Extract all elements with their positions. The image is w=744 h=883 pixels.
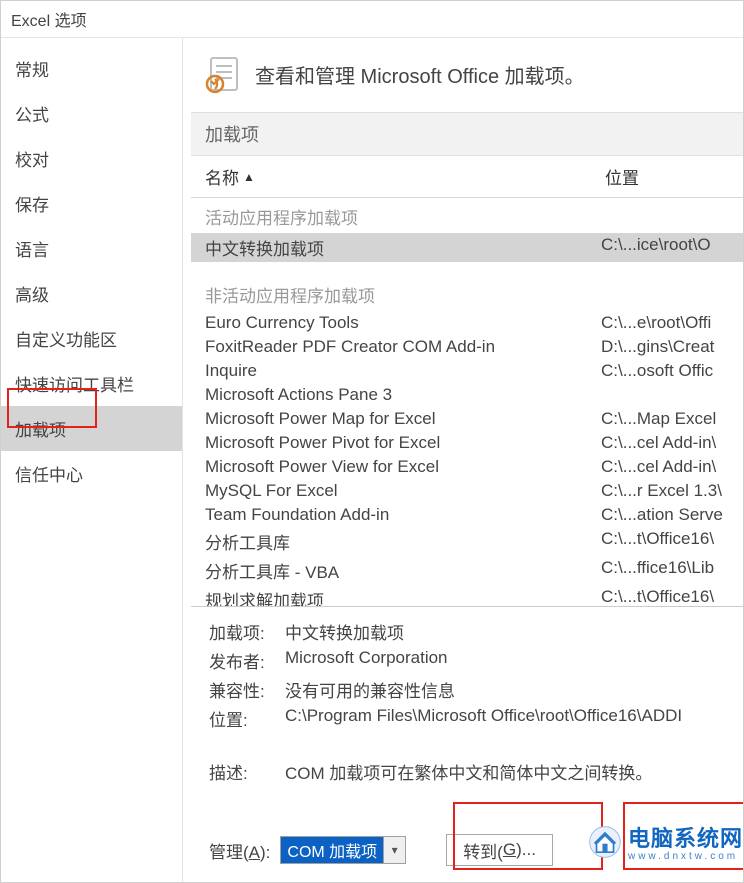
cell-name: 分析工具库 [205,529,601,554]
sidebar-item-proofing[interactable]: 校对 [1,136,182,181]
table-row[interactable]: 规划求解加载项 C:\...t\Office16\ [191,585,743,606]
cell-location: C:\...cel Add-in\ [601,433,743,453]
detail-value-location: C:\Program Files\Microsoft Office\root\O… [285,706,739,731]
group-inactive-addins: 非活动应用程序加载项 [191,276,743,311]
table-row[interactable]: Inquire C:\...osoft Offic [191,359,743,383]
sidebar-item-addins[interactable]: 加载项 [1,406,182,451]
cell-location: C:\...t\Office16\ [601,529,743,554]
window-title: Excel 选项 [1,1,743,37]
sort-asc-icon: ▲ [243,170,255,184]
detail-value-desc: COM 加载项可在繁体中文和简体中文之间转换。 [285,759,743,784]
section-title: 加载项 [191,112,743,156]
main-panel: 查看和管理 Microsoft Office 加载项。 加载项 名称 ▲ 位置 … [183,38,743,882]
sidebar-item-trust-center[interactable]: 信任中心 [1,451,182,496]
sidebar-item-customize-ribbon[interactable]: 自定义功能区 [1,316,182,361]
cell-name: Microsoft Power View for Excel [205,457,601,477]
main-header-title: 查看和管理 Microsoft Office 加载项。 [255,60,585,89]
excel-options-window: Excel 选项 常规 公式 校对 保存 语言 高级 自定义功能区 快速访问工具… [0,0,744,883]
sidebar-item-general[interactable]: 常规 [1,46,182,91]
manage-dropdown-value: COM 加载项 [281,837,383,863]
cell-name: 分析工具库 - VBA [205,558,601,583]
sidebar-item-save[interactable]: 保存 [1,181,182,226]
cell-name: FoxitReader PDF Creator COM Add-in [205,337,601,357]
watermark: 电脑系统网 www.dnxtw.com [588,821,743,862]
sidebar-item-formulas[interactable]: 公式 [1,91,182,136]
table-row[interactable]: Microsoft Power View for Excel C:\...cel… [191,455,743,479]
cell-location: D:\...gins\Creat [601,337,743,357]
cell-location: C:\...e\root\Offi [601,313,743,333]
table-row[interactable]: MySQL For Excel C:\...r Excel 1.3\ [191,479,743,503]
window-body: 常规 公式 校对 保存 语言 高级 自定义功能区 快速访问工具栏 加载项 信任中… [1,37,743,882]
detail-label-addin: 加载项: [209,619,285,644]
addins-table: 名称 ▲ 位置 活动应用程序加载项 中文转换加载项 C:\...ice\root… [191,156,743,606]
cell-location: C:\...r Excel 1.3\ [601,481,743,501]
table-row[interactable]: Microsoft Power Pivot for Excel C:\...ce… [191,431,743,455]
cell-location: C:\...ice\root\O [601,235,743,260]
spacer [191,262,743,276]
cell-location: C:\...osoft Offic [601,361,743,381]
sidebar-item-advanced[interactable]: 高级 [1,271,182,316]
addins-icon [203,54,243,94]
table-row[interactable]: 中文转换加载项 C:\...ice\root\O [191,233,743,262]
table-row[interactable]: Microsoft Actions Pane 3 [191,383,743,407]
manage-row: 管理(A): COM 加载项 ▾ 转到(G)... [191,808,743,882]
detail-label-location: 位置: [209,706,285,731]
watermark-subtitle: www.dnxtw.com [628,851,743,862]
table-row[interactable]: Microsoft Power Map for Excel C:\...Map … [191,407,743,431]
column-header-name-label: 名称 [205,164,239,189]
cell-location: C:\...t\Office16\ [601,587,743,606]
cell-name: 中文转换加载项 [205,235,601,260]
house-icon [588,825,622,859]
addin-details: 加载项: 中文转换加载项 发布者: Microsoft Corporation … [191,606,743,739]
detail-label-publisher: 发布者: [209,648,285,673]
manage-label: 管理(A): [209,838,270,863]
cell-name: MySQL For Excel [205,481,601,501]
cell-name: Microsoft Power Pivot for Excel [205,433,601,453]
detail-value-addin: 中文转换加载项 [285,619,739,644]
cell-name: Team Foundation Add-in [205,505,601,525]
detail-label-desc: 描述: [209,759,285,784]
cell-name: Inquire [205,361,601,381]
go-button[interactable]: 转到(G)... [446,834,553,866]
cell-location: C:\...ffice16\Lib [601,558,743,583]
table-row[interactable]: 分析工具库 - VBA C:\...ffice16\Lib [191,556,743,585]
watermark-title: 电脑系统网 [628,821,743,853]
chevron-down-icon[interactable]: ▾ [383,837,405,863]
detail-label-compat: 兼容性: [209,677,285,702]
sidebar-item-language[interactable]: 语言 [1,226,182,271]
cell-location: C:\...cel Add-in\ [601,457,743,477]
detail-value-compat: 没有可用的兼容性信息 [285,677,739,702]
detail-value-publisher: Microsoft Corporation [285,648,739,673]
table-header: 名称 ▲ 位置 [191,156,743,198]
cell-location [601,385,743,405]
cell-location: C:\...ation Serve [601,505,743,525]
cell-name: Microsoft Actions Pane 3 [205,385,601,405]
addin-description: 描述: COM 加载项可在繁体中文和简体中文之间转换。 [191,759,743,784]
group-active-addins: 活动应用程序加载项 [191,198,743,233]
table-row[interactable]: Euro Currency Tools C:\...e\root\Offi [191,311,743,335]
cell-name: Microsoft Power Map for Excel [205,409,601,429]
cell-name: Euro Currency Tools [205,313,601,333]
manage-dropdown[interactable]: COM 加载项 ▾ [280,836,406,864]
sidebar-item-quick-access[interactable]: 快速访问工具栏 [1,361,182,406]
table-row[interactable]: FoxitReader PDF Creator COM Add-in D:\..… [191,335,743,359]
column-header-name[interactable]: 名称 ▲ [201,164,601,189]
cell-name: 规划求解加载项 [205,587,601,606]
highlight-box-go [623,802,743,870]
main-header: 查看和管理 Microsoft Office 加载项。 [191,38,743,112]
cell-location: C:\...Map Excel [601,409,743,429]
table-row[interactable]: 分析工具库 C:\...t\Office16\ [191,527,743,556]
column-header-location[interactable]: 位置 [601,164,743,189]
sidebar-nav: 常规 公式 校对 保存 语言 高级 自定义功能区 快速访问工具栏 加载项 信任中… [1,38,183,882]
table-row[interactable]: Team Foundation Add-in C:\...ation Serve [191,503,743,527]
